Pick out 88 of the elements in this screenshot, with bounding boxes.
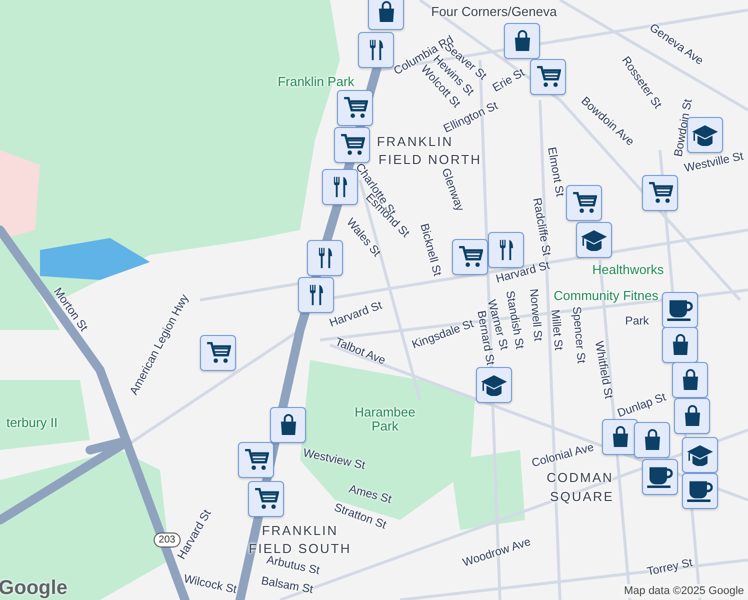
cart-icon [648, 182, 672, 204]
map-pin[interactable] [248, 481, 284, 517]
bag-icon [378, 1, 394, 23]
park-label: terbury II [5, 416, 59, 430]
place-label: Healthworks [592, 262, 664, 278]
street-label: Dunlap St [616, 391, 668, 421]
street-label: Erie St [490, 66, 528, 96]
map-pin[interactable] [602, 419, 638, 455]
street-label: Torrey St [646, 557, 694, 579]
map-pin[interactable] [238, 442, 274, 478]
fork-knife-icon [498, 239, 514, 261]
fork-knife-icon [368, 39, 384, 61]
neighborhood-label: FRANKLIN [376, 134, 454, 150]
map-pin[interactable] [672, 362, 708, 398]
map-pin[interactable] [576, 222, 612, 258]
map-pin[interactable] [334, 127, 370, 163]
street-label: Elmont St [544, 146, 566, 198]
street-label: Arbutus St [266, 554, 321, 578]
cart-icon [206, 342, 230, 364]
bag-icon [280, 414, 296, 436]
neighborhood-label: FIELD NORTH [378, 152, 482, 167]
street-label: Spencer St [569, 306, 587, 364]
map-pin[interactable] [452, 239, 488, 275]
map-pin[interactable] [682, 437, 718, 473]
bag-icon [672, 334, 688, 356]
street-label: Wilcock St [182, 573, 238, 597]
cart-icon [254, 488, 278, 510]
coffee-cup-icon [666, 299, 694, 321]
map-pin[interactable] [642, 175, 678, 211]
cart-icon [572, 192, 596, 214]
street-label: Norwell St [526, 288, 544, 342]
street-label: Talbot Ave [333, 336, 387, 368]
street-label: Bicknell St [416, 222, 444, 278]
map-pin[interactable] [566, 185, 602, 221]
street-label: Balsam St [260, 575, 314, 597]
coffee-cup-icon [646, 466, 674, 488]
fork-knife-icon [332, 176, 348, 198]
graduation-cap-icon [691, 124, 719, 146]
street-label: Ames St [348, 483, 393, 506]
neighborhood-label: FIELD SOUTH [248, 542, 352, 556]
map-pin[interactable] [642, 459, 678, 495]
map-pin[interactable] [662, 327, 698, 363]
bag-icon [644, 429, 660, 451]
station-label: Four Corners/Geneva [431, 4, 557, 20]
map-pin[interactable] [337, 90, 373, 126]
street-label: Radcliffe St [530, 197, 552, 257]
map-pin[interactable] [476, 367, 512, 403]
cart-icon [458, 246, 482, 268]
map-pin[interactable] [687, 117, 723, 153]
map-pin[interactable] [662, 292, 698, 328]
park-label: Harambee Park [354, 406, 416, 434]
place-label: Community Fitnes [554, 288, 658, 304]
neighborhood-label: SQUARE [550, 490, 614, 504]
street-label: Park [625, 316, 649, 328]
map-pin[interactable] [270, 407, 306, 443]
map-pin[interactable] [682, 473, 718, 509]
street-label: Millet St [548, 309, 564, 351]
map-pin[interactable] [504, 23, 540, 59]
map-pin[interactable] [200, 335, 236, 371]
map-pin[interactable] [530, 59, 566, 95]
street-label: Harvard St [494, 260, 552, 286]
bag-icon [682, 369, 698, 391]
street-label: Whitfield St [592, 340, 614, 400]
bag-icon [612, 426, 628, 448]
map-pin[interactable] [634, 422, 670, 458]
map-pin[interactable] [674, 398, 710, 434]
fork-knife-icon [318, 247, 332, 269]
bag-icon [514, 30, 530, 52]
route-shield: 203 [154, 532, 180, 548]
map-pin[interactable] [358, 32, 394, 68]
cart-icon [340, 134, 364, 156]
bag-icon [684, 405, 700, 427]
street-label: Westview St [302, 447, 366, 473]
park-label: Franklin Park [276, 74, 356, 90]
fork-knife-icon [308, 284, 324, 306]
map-pin[interactable] [368, 0, 404, 30]
graduation-cap-icon [686, 444, 714, 466]
map-pin[interactable] [322, 169, 358, 205]
coffee-cup-icon [686, 480, 714, 502]
neighborhood-label: CODMAN [546, 470, 614, 486]
cart-icon [342, 97, 368, 119]
graduation-cap-icon [580, 229, 608, 251]
neighborhood-label: FRANKLIN [262, 524, 338, 538]
cart-icon [244, 449, 268, 471]
cart-icon [536, 66, 560, 88]
map-pin[interactable] [307, 240, 343, 276]
graduation-cap-icon [480, 374, 508, 396]
street-label: Colonial Ave [530, 442, 596, 470]
